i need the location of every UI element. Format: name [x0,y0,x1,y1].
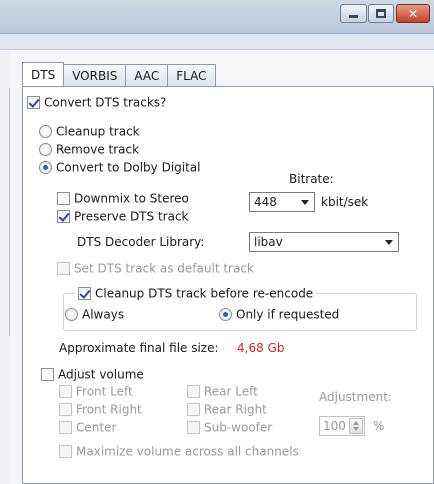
subwoofer-checkbox[interactable]: Sub-woofer [187,420,272,435]
convert-dts-checkbox[interactable]: Convert DTS tracks? [27,95,166,110]
minimize-button[interactable] [340,4,367,23]
reencode-checkbox[interactable]: Cleanup DTS track before re-encode [75,286,317,301]
always-radio[interactable]: Always [65,307,124,322]
close-button[interactable]: ✕ [396,4,430,23]
always-radio-dot[interactable] [65,308,78,321]
set-default-checkbox[interactable]: Set DTS track as default track [57,261,254,276]
cleanup-track-label: Cleanup track [56,124,140,139]
maximize-volume-check[interactable] [59,445,72,458]
adjustment-spinner[interactable]: 100 [319,416,365,436]
toolbar-strip [0,34,434,50]
maximize-volume-label: Maximize volume across all channels [76,444,299,459]
bitrate-select[interactable]: 448 [249,192,315,212]
reencode-label: Cleanup DTS track before re-encode [95,286,314,301]
tab-bar: DTS VORBIS AAC FLAC [22,62,216,86]
set-default-check[interactable] [57,262,70,275]
decoder-library-label: DTS Decoder Library: [77,235,205,249]
subwoofer-check[interactable] [187,421,200,434]
downmix-label: Downmix to Stereo [74,191,189,206]
center-check[interactable] [59,421,72,434]
convert-dts-label: Convert DTS tracks? [44,95,167,110]
center-checkbox[interactable]: Center [59,420,116,435]
tab-flac[interactable]: FLAC [167,64,216,86]
rear-right-checkbox[interactable]: Rear Right [187,402,267,417]
minimize-icon [349,15,358,18]
adjust-volume-label: Adjust volume [58,367,144,382]
adjust-volume-check[interactable] [41,368,54,381]
front-right-label: Front Right [76,402,142,417]
convert-dts-check[interactable] [27,96,40,109]
subwoofer-label: Sub-woofer [204,420,273,435]
spinner-arrows-icon[interactable] [349,418,363,434]
reencode-check[interactable] [78,287,91,300]
preserve-dts-label: Preserve DTS track [74,209,189,224]
rear-right-label: Rear Right [204,402,267,417]
front-left-label: Front Left [76,384,133,399]
preserve-dts-checkbox[interactable]: Preserve DTS track [57,209,189,224]
convert-dolby-radio[interactable]: Convert to Dolby Digital [39,160,201,175]
decoder-library-value: libav [254,235,283,249]
settings-area: DTS VORBIS AAC FLAC Convert DTS tracks? … [10,50,434,484]
cleanup-track-radio-dot[interactable] [39,125,52,138]
only-if-requested-radio-dot[interactable] [219,308,232,321]
downmix-check[interactable] [57,192,70,205]
adjust-volume-checkbox[interactable]: Adjust volume [41,367,144,382]
front-left-check[interactable] [59,385,72,398]
final-size-value: 4,68 Gb [237,341,285,355]
dts-tab-panel: Convert DTS tracks? Cleanup track Remove… [22,86,434,484]
rear-left-checkbox[interactable]: Rear Left [187,384,258,399]
adjustment-value: 100 [323,419,346,433]
convert-dolby-radio-dot[interactable] [39,161,52,174]
window-titlebar: ✕ [0,0,434,34]
center-label: Center [76,420,117,435]
decoder-library-select[interactable]: libav [249,232,399,252]
tab-vorbis[interactable]: VORBIS [63,64,127,86]
tab-dts[interactable]: DTS [22,62,65,86]
maximize-volume-checkbox[interactable]: Maximize volume across all channels [59,444,299,459]
set-default-label: Set DTS track as default track [74,261,254,276]
bitrate-value: 448 [254,195,277,209]
front-right-check[interactable] [59,403,72,416]
rear-right-check[interactable] [187,403,200,416]
maximize-icon [376,9,386,18]
rear-left-label: Rear Left [204,384,258,399]
convert-dolby-label: Convert to Dolby Digital [56,160,201,175]
final-size-label: Approximate final file size: [59,341,219,355]
always-label: Always [82,307,125,322]
only-if-requested-label: Only if requested [236,307,340,322]
tab-aac[interactable]: AAC [125,64,169,86]
chevron-down-icon [385,240,393,245]
left-pane-edge [0,88,10,336]
maximize-button[interactable] [368,4,394,23]
bitrate-unit: kbit/sek [321,195,369,209]
remove-track-label: Remove track [56,142,140,157]
only-if-requested-radio[interactable]: Only if requested [219,307,339,322]
rear-left-check[interactable] [187,385,200,398]
front-right-checkbox[interactable]: Front Right [59,402,142,417]
downmix-checkbox[interactable]: Downmix to Stereo [57,191,189,206]
adjustment-label: Adjustment: [319,390,392,404]
bitrate-label: Bitrate: [289,172,334,186]
remove-track-radio-dot[interactable] [39,143,52,156]
close-icon: ✕ [407,6,419,21]
preserve-dts-check[interactable] [57,210,70,223]
percent-label: % [373,419,385,433]
chevron-down-icon [301,200,309,205]
remove-track-radio[interactable]: Remove track [39,142,139,157]
cleanup-track-radio[interactable]: Cleanup track [39,124,140,139]
front-left-checkbox[interactable]: Front Left [59,384,133,399]
